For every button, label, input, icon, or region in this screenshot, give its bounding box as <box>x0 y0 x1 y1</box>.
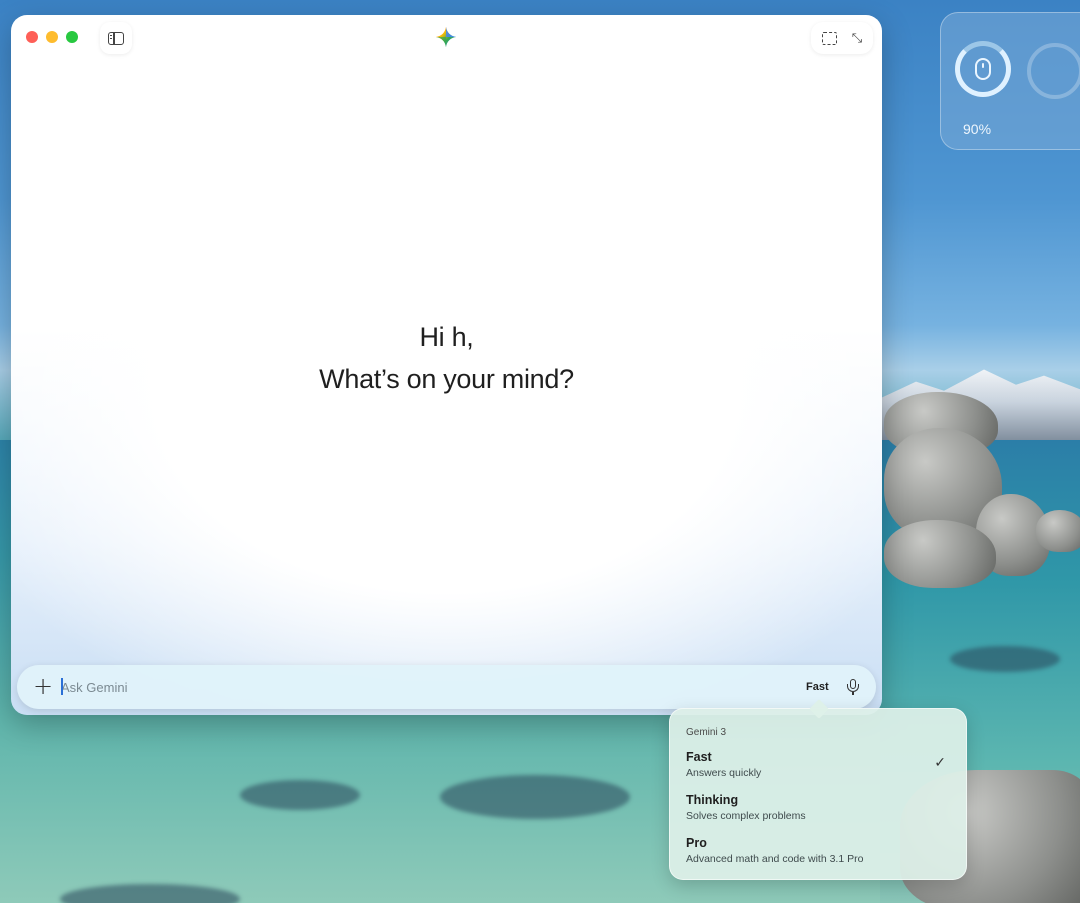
battery-widget[interactable]: 90% <box>940 12 1080 150</box>
wallpaper-rock <box>884 392 998 456</box>
collapse-icon: ⤡ <box>851 30 863 46</box>
text-caret <box>61 678 63 695</box>
wallpaper-stone <box>950 646 1060 672</box>
wallpaper-stone <box>60 884 240 903</box>
zoom-window-button[interactable] <box>66 31 78 43</box>
model-menu-heading: Gemini 3 <box>686 727 727 738</box>
wallpaper-rock <box>1036 510 1080 552</box>
model-option-subtitle: Advanced math and code with 3.1 Pro <box>686 853 864 865</box>
checkmark-icon: ✓ <box>934 755 946 771</box>
wallpaper-rock <box>884 428 1002 540</box>
model-option-title: Pro <box>686 836 707 850</box>
model-mode-button[interactable]: Fast <box>806 676 829 698</box>
add-attachment-button[interactable]: + <box>29 673 57 701</box>
mouse-icon <box>975 58 991 80</box>
model-option-pro[interactable]: Pro Advanced math and code with 3.1 Pro <box>678 832 960 872</box>
wallpaper-mountain <box>880 369 1080 444</box>
plus-icon: + <box>32 672 54 700</box>
gemini-window: ⤡ Hi h, What’s on your mind? <box>11 15 882 715</box>
model-option-subtitle: Solves complex problems <box>686 810 806 822</box>
gemini-sparkle-icon <box>435 26 457 48</box>
close-window-button[interactable] <box>26 31 38 43</box>
model-option-title: Fast <box>686 750 712 764</box>
minimize-window-button[interactable] <box>46 31 58 43</box>
wallpaper-rock <box>976 494 1050 576</box>
model-option-title: Thinking <box>686 793 739 807</box>
prompt-input[interactable] <box>61 675 761 699</box>
wallpaper-stone <box>240 780 360 810</box>
greeting-line-1: Hi h, <box>419 322 474 352</box>
window-tools: ⤡ <box>811 22 873 54</box>
model-option-subtitle: Answers quickly <box>686 767 762 779</box>
microphone-button[interactable] <box>843 675 865 699</box>
wallpaper-stone <box>440 775 630 819</box>
sidebar-toggle-icon <box>108 31 124 45</box>
model-option-fast[interactable]: Fast Answers quickly ✓ <box>678 746 960 786</box>
model-menu: Gemini 3 Fast Answers quickly ✓ Thinking… <box>669 708 967 880</box>
greeting-line-2: What’s on your mind? <box>319 364 574 394</box>
wallpaper-rock <box>884 520 996 588</box>
prompt-bar: + Fast <box>17 665 876 709</box>
empty-ring <box>1027 43 1080 99</box>
model-option-thinking[interactable]: Thinking Solves complex problems <box>678 789 960 829</box>
sidebar-toggle-button[interactable] <box>100 22 132 54</box>
collapse-button[interactable]: ⤡ <box>841 22 873 54</box>
screenshot-select-icon <box>821 31 837 45</box>
battery-percentage: 90% <box>963 121 992 137</box>
